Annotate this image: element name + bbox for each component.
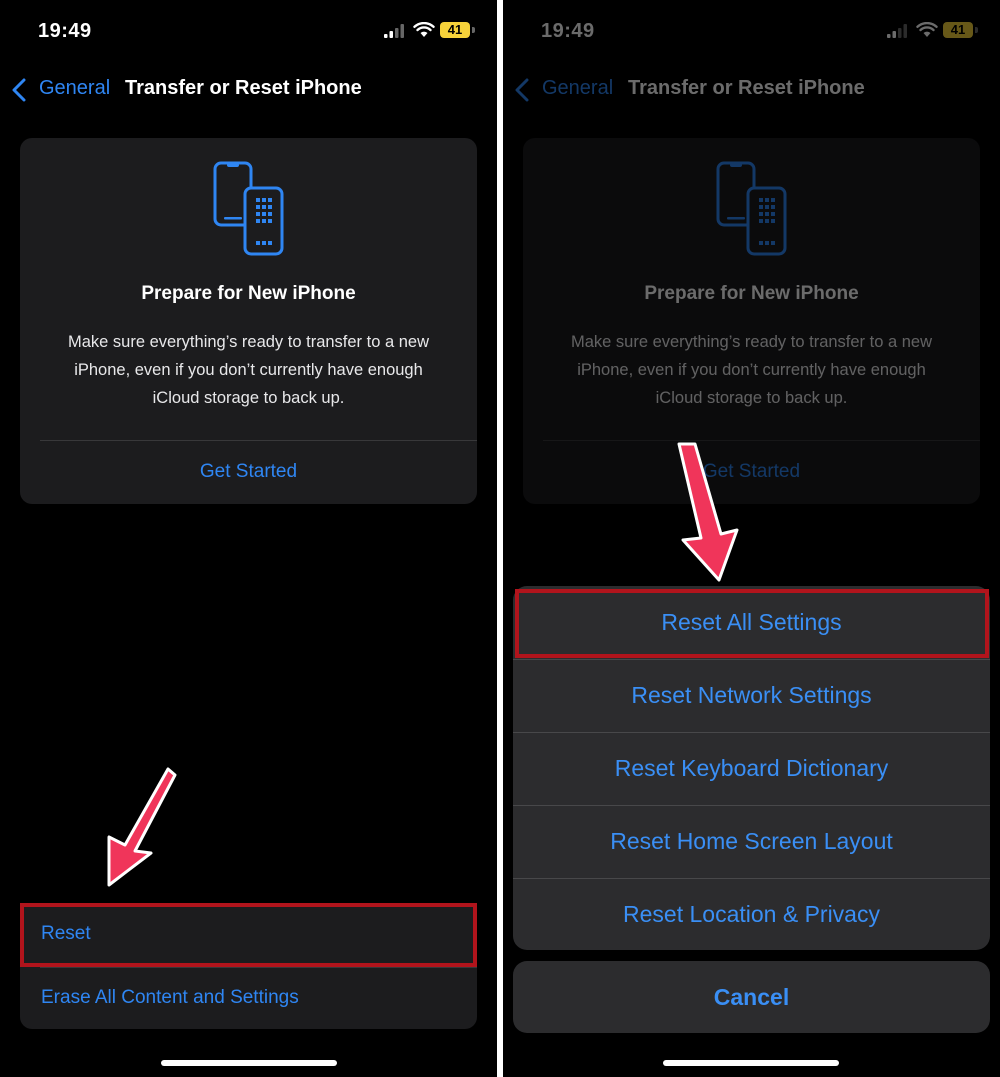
reset-highlight-box — [20, 903, 477, 967]
chevron-left-icon[interactable] — [10, 78, 28, 102]
reset-location-privacy-button[interactable]: Reset Location & Privacy — [513, 878, 990, 950]
battery-icon: 41 — [440, 22, 470, 38]
card-description: Make sure everything’s ready to transfer… — [67, 333, 430, 407]
left-screen: 19:49 41 General Transfer or Reset iPhon… — [0, 0, 497, 1077]
back-button[interactable]: General — [39, 77, 110, 100]
erase-all-row[interactable]: Erase All Content and Settings — [41, 987, 299, 1009]
right-screen: 19:49 41 General Transfer or Reset iPhon… — [503, 0, 1000, 1077]
reset-home-screen-layout-button[interactable]: Reset Home Screen Layout — [513, 805, 990, 878]
cancel-button[interactable]: Cancel — [513, 961, 990, 1033]
wifi-icon — [413, 22, 435, 37]
reset-keyboard-dictionary-button[interactable]: Reset Keyboard Dictionary — [513, 732, 990, 805]
status-bar: 19:49 41 — [0, 0, 497, 60]
pointer-arrow-icon — [107, 767, 177, 887]
status-time: 19:49 — [38, 20, 92, 42]
row-divider — [40, 967, 477, 968]
page-title: Transfer or Reset iPhone — [125, 77, 362, 99]
card-divider — [40, 440, 477, 441]
reset-network-settings-button[interactable]: Reset Network Settings — [513, 659, 990, 732]
home-indicator[interactable] — [161, 1060, 337, 1066]
prepare-card: Prepare for New iPhone Make sure everyth… — [20, 138, 477, 504]
card-title: Prepare for New iPhone — [141, 283, 356, 304]
home-indicator[interactable] — [663, 1060, 839, 1066]
battery-nub — [472, 27, 475, 33]
pointer-arrow-icon — [677, 442, 739, 582]
navigation-bar: General Transfer or Reset iPhone — [0, 70, 497, 110]
cellular-signal-icon — [384, 24, 404, 38]
reset-all-settings-highlight-box — [515, 589, 989, 658]
get-started-button[interactable]: Get Started — [20, 461, 477, 483]
transfer-phones-icon — [213, 161, 284, 256]
